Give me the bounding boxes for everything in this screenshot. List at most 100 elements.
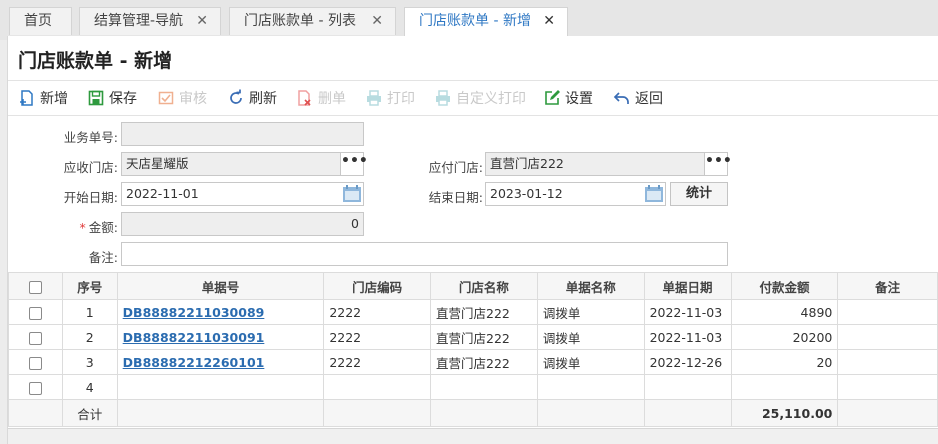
- doc-date-cell: 2022-11-03: [643, 299, 732, 325]
- business-no-field[interactable]: [121, 122, 364, 146]
- edit-settings-icon: [545, 90, 560, 105]
- close-icon[interactable]: ✕: [371, 8, 383, 35]
- amount-field[interactable]: 0: [121, 212, 364, 236]
- remark-cell[interactable]: [837, 299, 938, 325]
- doc-date-cell: 2022-12-26: [643, 349, 732, 375]
- empty-cell: [837, 399, 938, 427]
- receivable-store-lookup-button[interactable]: •••: [340, 152, 368, 176]
- doc-name-cell: 调拨单: [536, 349, 645, 375]
- tab-label: 结算管理-导航: [94, 13, 184, 29]
- add-document-icon: [20, 90, 33, 106]
- stats-button[interactable]: 统计: [670, 182, 728, 206]
- row-select-cell[interactable]: [8, 324, 63, 350]
- delete-document-icon: [298, 90, 311, 106]
- store-name-cell: 直营门店222: [430, 349, 538, 375]
- column-header: 门店编码: [323, 272, 432, 300]
- row-select-cell[interactable]: [8, 299, 63, 325]
- tab-home[interactable]: 首页: [9, 7, 72, 35]
- doc-no-link[interactable]: DB88882212260101: [116, 349, 325, 375]
- row-checkbox[interactable]: [28, 331, 42, 345]
- save-label: 保存: [109, 91, 137, 107]
- remark-label: 备注:: [88, 250, 118, 265]
- save-button[interactable]: 保存: [87, 89, 137, 109]
- payable-store-lookup-button[interactable]: •••: [704, 152, 732, 176]
- audit-button[interactable]: 审核: [157, 89, 207, 109]
- remark-field[interactable]: [121, 242, 728, 266]
- row-checkbox[interactable]: [28, 381, 42, 395]
- back-button[interactable]: 返回: [613, 89, 663, 109]
- empty-cell: [323, 399, 432, 427]
- payable-store-label: 应付门店:: [428, 160, 483, 175]
- tab-store-bill-new[interactable]: 门店账款单 - 新增 ✕: [404, 7, 568, 36]
- printer-icon: [436, 90, 450, 106]
- total-row: 合计 25,110.00: [8, 399, 938, 427]
- store-code-cell: 2222: [323, 324, 432, 350]
- table-row[interactable]: 1 DB88882211030089 2222 直营门店222 调拨单 2022…: [8, 299, 938, 325]
- save-icon: [88, 90, 104, 106]
- remark-cell[interactable]: [837, 349, 938, 375]
- empty-cell: [8, 399, 63, 427]
- calendar-icon[interactable]: [342, 185, 362, 203]
- row-select-cell[interactable]: [8, 374, 63, 400]
- tab-label: 首页: [24, 13, 52, 29]
- row-checkbox[interactable]: [28, 356, 42, 370]
- print-button[interactable]: 打印: [365, 89, 415, 109]
- store-name-cell: 直营门店222: [430, 299, 538, 325]
- receivable-store-field[interactable]: 天店星耀版: [121, 152, 341, 176]
- refresh-button[interactable]: 刷新: [227, 89, 277, 109]
- pay-amount-cell: 20: [730, 349, 839, 375]
- table-row[interactable]: 2 DB88882211030091 2222 直营门店222 调拨单 2022…: [8, 324, 938, 350]
- doc-no-link[interactable]: DB88882211030089: [116, 299, 325, 325]
- settings-button[interactable]: 设置: [543, 89, 593, 109]
- column-header: 单据日期: [643, 272, 732, 300]
- seq-cell: 1: [61, 299, 118, 325]
- seq-cell: 3: [61, 349, 118, 375]
- row-select-cell[interactable]: [8, 349, 63, 375]
- close-icon[interactable]: ✕: [196, 8, 208, 35]
- main-panel: 门店账款单 - 新增 新增 保存 审核 刷新 删单 打印 自定义打印 设置 返回…: [7, 36, 938, 444]
- doc-no-link[interactable]: DB88882211030091: [116, 324, 325, 350]
- remark-cell[interactable]: [837, 324, 938, 350]
- doc-no-link[interactable]: [116, 374, 325, 400]
- table-row[interactable]: 3 DB88882212260101 2222 直营门店222 调拨单 2022…: [8, 349, 938, 375]
- print-label: 打印: [387, 91, 415, 107]
- doc-date-cell: 2022-11-03: [643, 324, 732, 350]
- select-all-checkbox[interactable]: [28, 280, 42, 294]
- add-label: 新增: [40, 91, 68, 107]
- column-header: 单据名称: [536, 272, 645, 300]
- tab-store-bill-list[interactable]: 门店账款单 - 列表 ✕: [229, 7, 396, 35]
- payable-store-field[interactable]: 直营门店222: [485, 152, 705, 176]
- refresh-label: 刷新: [249, 91, 277, 107]
- audit-check-icon: [158, 91, 174, 105]
- select-all-cell[interactable]: [8, 272, 63, 300]
- custom-print-label: 自定义打印: [456, 91, 526, 107]
- toolbar: 新增 保存 审核 刷新 删单 打印 自定义打印 设置 返回: [8, 80, 938, 116]
- custom-print-button[interactable]: 自定义打印: [434, 89, 526, 109]
- settings-label: 设置: [565, 91, 593, 107]
- back-label: 返回: [635, 91, 663, 107]
- store-name-cell: [430, 374, 538, 400]
- empty-cell: [430, 399, 538, 427]
- calendar-icon[interactable]: [644, 185, 664, 203]
- close-icon[interactable]: ✕: [543, 8, 555, 35]
- end-date-field[interactable]: 2023-01-12: [485, 182, 666, 206]
- column-header: 序号: [61, 272, 118, 300]
- doc-name-cell: [536, 374, 645, 400]
- table-header-row: 序号 单据号 门店编码 门店名称 单据名称 单据日期 付款金额 备注: [8, 272, 938, 300]
- tab-settlement-nav[interactable]: 结算管理-导航 ✕: [79, 7, 221, 35]
- business-no-label: 业务单号:: [63, 130, 118, 145]
- start-date-field[interactable]: 2022-11-01: [121, 182, 364, 206]
- total-label: 合计: [61, 399, 118, 427]
- delete-button[interactable]: 删单: [296, 89, 346, 109]
- row-checkbox[interactable]: [28, 306, 42, 320]
- remark-cell[interactable]: [837, 374, 938, 400]
- tab-label: 门店账款单 - 列表: [244, 13, 356, 29]
- horizontal-scrollbar[interactable]: [8, 428, 938, 444]
- refresh-icon: [230, 89, 242, 104]
- seq-cell: 4: [61, 374, 118, 400]
- required-marker: *: [79, 220, 86, 235]
- add-button[interactable]: 新增: [18, 89, 68, 109]
- pay-amount-cell: [730, 374, 839, 400]
- table-row[interactable]: 4: [8, 374, 938, 400]
- doc-name-cell: 调拨单: [536, 324, 645, 350]
